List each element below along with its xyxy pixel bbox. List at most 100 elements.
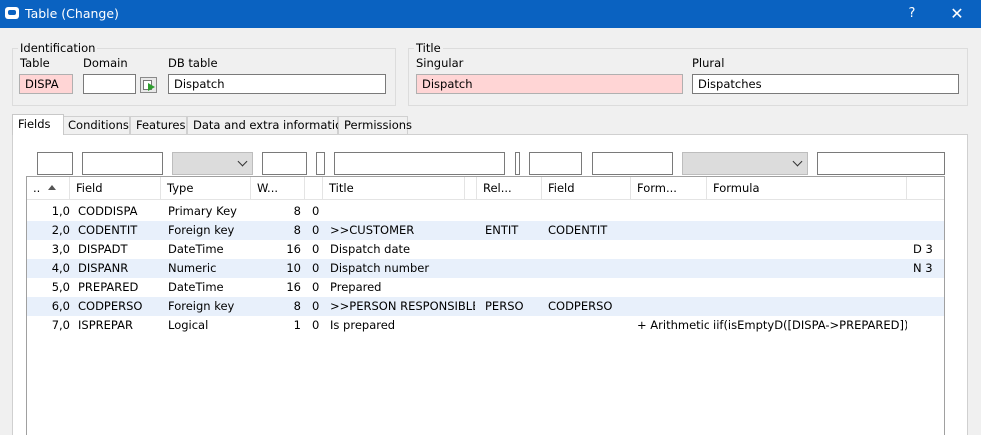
plural-input[interactable]: Dispatches [692, 74, 959, 94]
cell-relation [485, 259, 542, 278]
filter-relation-input[interactable] [515, 152, 520, 175]
filter-extra-input[interactable] [817, 152, 945, 175]
header-formula[interactable]: Formula [707, 177, 907, 200]
filter-field-input[interactable] [82, 152, 163, 175]
singular-input[interactable]: Dispatch [416, 74, 683, 94]
close-button[interactable]: ✕ [944, 3, 970, 25]
filter-width-input[interactable] [262, 152, 307, 175]
grid-header: .. Field Type W... Title Rel... Field Fo… [27, 177, 944, 200]
header-relfield[interactable]: Field [542, 177, 631, 200]
green-arrow-icon [148, 83, 155, 91]
header-extra[interactable] [907, 177, 944, 200]
cell-formtype: + Arithmetic [637, 318, 709, 332]
title-bar: Table (Change) ? ✕ [0, 0, 981, 28]
cell-decimals: 0 [312, 299, 320, 313]
filter-row [13, 135, 969, 175]
cell-formula [713, 240, 907, 259]
filter-order-input[interactable] [37, 152, 73, 175]
cell-relfield: CODENTIT [548, 223, 608, 237]
cell-type: Foreign key [168, 223, 235, 237]
filter-relfield-input[interactable] [529, 152, 582, 175]
header-title[interactable]: Title [323, 177, 465, 200]
cell-formula [713, 259, 907, 278]
tab-features[interactable]: Features [130, 116, 187, 135]
domain-input[interactable] [83, 74, 136, 94]
cell-formtype [637, 202, 709, 221]
table-row[interactable]: 2,0 CODENTIT Foreign key 8 0 >>CUSTOMER … [27, 221, 944, 240]
fields-panel: .. Field Type W... Title Rel... Field Fo… [12, 134, 968, 435]
header-type[interactable]: Type [161, 177, 251, 200]
identification-group-label: Identification [18, 41, 98, 55]
cell-order: 7,0 [51, 318, 70, 332]
sort-ascending-icon [48, 185, 57, 190]
filter-type-select[interactable] [172, 152, 253, 175]
tab-conditions[interactable]: Conditions [62, 116, 130, 135]
header-relation[interactable]: Rel... [477, 177, 542, 200]
filter-formtype-input[interactable] [592, 152, 673, 175]
cell-relfield [548, 240, 631, 259]
header-width[interactable]: W... [251, 177, 305, 200]
cell-width: 1 [293, 318, 301, 332]
header-order[interactable]: .. [27, 177, 70, 200]
domain-lookup-button[interactable] [140, 77, 157, 93]
table-input[interactable]: DISPA [19, 74, 73, 94]
cell-formula [713, 221, 907, 240]
cell-title: >>CUSTOMER [330, 223, 415, 237]
cell-relfield [548, 278, 631, 297]
cell-type: Logical [168, 318, 209, 332]
cell-title: Prepared [330, 280, 382, 294]
cell-field: CODDISPA [78, 204, 138, 218]
cell-field: CODPERSO [78, 299, 143, 313]
plural-label: Plural [692, 56, 725, 70]
fields-grid: .. Field Type W... Title Rel... Field Fo… [26, 176, 945, 435]
table-row[interactable]: 4,0 DISPANR Numeric 10 0 Dispatch number… [27, 259, 944, 278]
tab-permissions[interactable]: Permissions [338, 116, 412, 135]
cell-relation [485, 278, 542, 297]
cell-extra [913, 316, 943, 335]
domain-label: Domain [83, 56, 128, 70]
cell-title: >>PERSON RESPONSIBLE [330, 299, 475, 313]
header-spacer [465, 177, 477, 200]
table-label: Table [20, 56, 50, 70]
cell-decimals: 0 [312, 318, 320, 332]
cell-title: Dispatch date [330, 242, 411, 256]
cell-width: 16 [286, 280, 301, 294]
cell-relfield [548, 316, 631, 335]
filter-title-input[interactable] [334, 152, 505, 175]
cell-decimals: 0 [312, 280, 320, 294]
singular-label: Singular [416, 56, 464, 70]
filter-decimals-input[interactable] [316, 152, 325, 175]
cell-width: 16 [286, 242, 301, 256]
cell-title: Dispatch number [330, 261, 430, 275]
table-row[interactable]: 3,0 DISPADT DateTime 16 0 Dispatch date … [27, 240, 944, 259]
table-row[interactable]: 6,0 CODPERSO Foreign key 8 0 >>PERSON RE… [27, 297, 944, 316]
header-decimals[interactable] [305, 177, 323, 200]
cell-title: Is prepared [330, 318, 396, 332]
cell-title [330, 202, 475, 221]
cell-order: 4,0 [51, 261, 70, 275]
help-button[interactable]: ? [900, 3, 924, 25]
table-row[interactable]: 1,0 CODDISPA Primary Key 8 0 [27, 202, 944, 221]
cell-decimals: 0 [312, 204, 320, 218]
cell-type: DateTime [168, 242, 224, 256]
window-title: Table (Change) [25, 6, 119, 21]
filter-formula-select[interactable] [682, 152, 808, 175]
cell-formula [713, 202, 907, 221]
header-field[interactable]: Field [70, 177, 161, 200]
tab-fields[interactable]: Fields [12, 114, 64, 135]
cell-relation: ENTIT [485, 223, 519, 237]
cell-type: Numeric [168, 261, 217, 275]
cell-relation [485, 202, 542, 221]
cell-relfield: CODPERSO [548, 299, 613, 313]
table-row[interactable]: 7,0 ISPREPAR Logical 1 0 Is prepared + A… [27, 316, 944, 335]
cell-order: 2,0 [51, 223, 70, 237]
cell-decimals: 0 [312, 242, 320, 256]
tab-data-and-extra-information[interactable]: Data and extra information [187, 116, 349, 135]
dbtable-input[interactable]: Dispatch [168, 74, 386, 94]
cell-width: 8 [293, 299, 301, 313]
cell-extra [913, 297, 943, 316]
table-row[interactable]: 5,0 PREPARED DateTime 16 0 Prepared [27, 278, 944, 297]
cell-type: Foreign key [168, 299, 235, 313]
header-formtype[interactable]: Form... [631, 177, 707, 200]
chevron-down-icon [792, 156, 803, 167]
